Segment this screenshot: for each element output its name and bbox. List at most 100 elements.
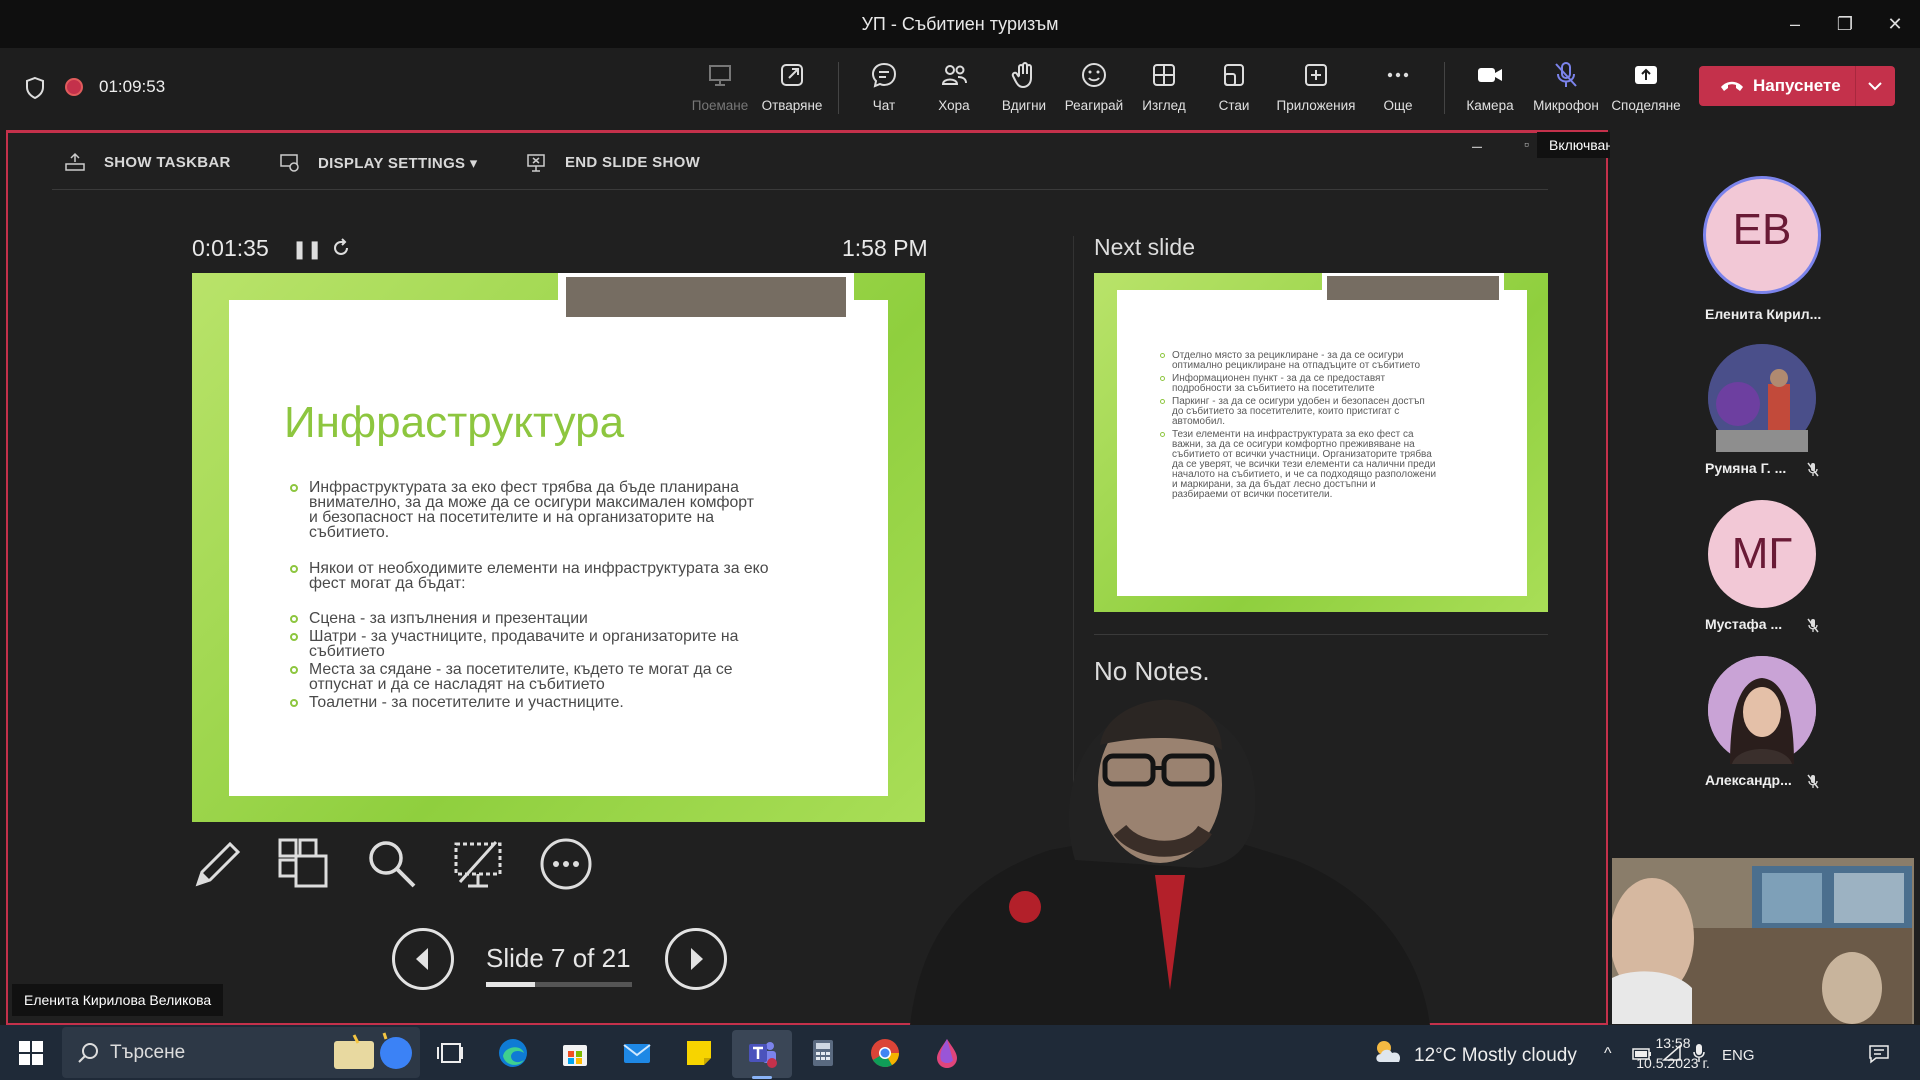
bullet-line: събитието. — [309, 524, 390, 541]
share-icon — [1635, 66, 1657, 84]
bullet-line: фест могат да бъдат: — [309, 575, 466, 592]
slide-bullet: Тоалетни - за посетителите и участниците… — [290, 694, 624, 711]
participant-avatar[interactable] — [1708, 656, 1816, 764]
share-button[interactable]: Споделяне — [1610, 60, 1682, 120]
display-settings-button[interactable]: DISPLAY SETTINGS ▾ — [318, 154, 478, 172]
more-button[interactable]: Още — [1362, 60, 1434, 120]
chat-icon — [871, 62, 897, 88]
bullet-icon — [290, 633, 298, 641]
slide-bullet: Отделно място за рециклиране - за да се … — [1160, 351, 1502, 371]
restore-presenter-icon[interactable]: ▫ — [1524, 136, 1529, 152]
toolbar-divider — [838, 62, 839, 114]
more-label: Още — [1383, 98, 1413, 113]
mic-muted-icon — [1807, 618, 1819, 633]
chevron-down-icon[interactable] — [1867, 80, 1883, 92]
current-slide: Инфраструктура Инфраструктурата за еко ф… — [192, 273, 925, 822]
arrow-right-icon — [691, 948, 703, 970]
system-clock[interactable]: 13:58 10.5.2023 г. — [1628, 1033, 1718, 1073]
participant-name: Мустафа ... — [1705, 616, 1783, 632]
notifications-icon[interactable] — [1868, 1044, 1890, 1064]
rooms-button[interactable]: Стаи — [1198, 60, 1270, 120]
bullet-line: оптимално рециклиране на отпадъците от с… — [1172, 360, 1421, 371]
bullet-line: автомобил. — [1172, 416, 1226, 427]
share-label: Споделяне — [1611, 98, 1681, 113]
raise-hand-icon — [1011, 62, 1032, 89]
apps-button[interactable]: Приложения — [1277, 60, 1355, 120]
mail-icon[interactable] — [620, 1036, 654, 1070]
self-view-video[interactable] — [1612, 858, 1914, 1024]
slide-progress-fill — [486, 982, 535, 987]
maximize-button[interactable]: ❐ — [1831, 10, 1859, 38]
calculator-icon[interactable] — [806, 1036, 840, 1070]
see-all-slides-icon[interactable] — [276, 836, 332, 892]
participant-name: Еленита Кирил... — [1705, 306, 1822, 322]
pause-timer-icon[interactable]: ❚❚ — [292, 239, 322, 260]
slide-bullet: Тези елементи на инфраструктурата за еко… — [1160, 430, 1502, 500]
participant-avatar[interactable] — [1708, 344, 1816, 452]
slide-progress-bar — [486, 982, 632, 987]
windows-start-icon[interactable] — [14, 1036, 48, 1070]
more-options-icon[interactable] — [538, 836, 594, 892]
bullet-line: подробности за събитието на посетителите — [1172, 383, 1375, 394]
speaker-notes: No Notes. — [1094, 656, 1210, 686]
active-indicator — [752, 1076, 772, 1079]
people-icon — [941, 65, 967, 85]
chrome-icon[interactable] — [868, 1036, 902, 1070]
bullet-icon — [1160, 399, 1165, 404]
weather-text[interactable]: 12°C Mostly cloudy — [1414, 1045, 1577, 1067]
teams-icon[interactable] — [745, 1036, 779, 1070]
slide-counter[interactable]: Slide 7 of 21 — [486, 943, 631, 974]
next-slide-label: Next slide — [1094, 234, 1195, 260]
store-icon[interactable] — [558, 1036, 592, 1070]
bullet-line: Сцена - за изпълнения и презентации — [309, 610, 588, 627]
close-window-button[interactable]: ✕ — [1881, 10, 1909, 38]
edge-icon[interactable] — [496, 1036, 530, 1070]
paint-app-icon[interactable] — [930, 1036, 964, 1070]
popout-button[interactable]: Отваряне — [756, 60, 828, 120]
pen-tool-icon[interactable] — [190, 836, 246, 892]
bullet-line: Тоалетни - за посетителите и участниците… — [309, 694, 624, 711]
show-taskbar-button[interactable]: SHOW TASKBAR — [104, 154, 231, 171]
previous-slide-button[interactable] — [392, 928, 454, 990]
minimize-presenter-icon[interactable]: – — [1472, 136, 1482, 157]
bullet-icon — [1160, 353, 1165, 358]
recording-icon — [65, 78, 83, 96]
language-indicator[interactable]: ENG — [1722, 1047, 1755, 1064]
end-slide-show-button[interactable]: END SLIDE SHOW — [565, 154, 700, 171]
participant-avatar[interactable]: ЕВ — [1703, 176, 1821, 294]
slide-bullet: Информационен пункт - за да се предостав… — [1160, 374, 1502, 394]
next-slide-button[interactable] — [665, 928, 727, 990]
bullet-line: Места за сядане - за посетителите, къдет… — [309, 661, 733, 678]
bullet-icon — [1160, 376, 1165, 381]
zoom-icon[interactable] — [364, 836, 420, 892]
active-speaker-name: Еленита Кирилова Великова — [12, 984, 224, 1016]
minimize-button[interactable]: – — [1781, 10, 1809, 38]
leave-divider — [1855, 66, 1856, 106]
bullet-line: отпуснат и да се насладят на събитието — [309, 676, 605, 693]
restart-timer-icon[interactable] — [330, 237, 352, 259]
slide-bullet: Шатри - за участниците, продавачите и ор… — [290, 629, 738, 659]
show-hidden-icons[interactable]: ^ — [1604, 1045, 1612, 1063]
task-view-icon[interactable] — [433, 1036, 467, 1070]
end-show-icon — [527, 154, 545, 172]
participant-avatar[interactable]: МГ — [1708, 500, 1816, 608]
notes-divider — [1094, 634, 1548, 635]
mic-button[interactable]: Микрофон — [1530, 60, 1602, 120]
window-title-bar: УП - Събитиен туризъм – ❐ ✕ — [0, 0, 1920, 48]
weather-cloudy-icon[interactable] — [1372, 1038, 1406, 1066]
slide-timer: 0:01:35 — [192, 235, 269, 261]
clock-time: 13:58 — [1655, 1035, 1691, 1051]
shield-icon[interactable] — [24, 76, 46, 100]
sticky-notes-icon[interactable] — [682, 1036, 716, 1070]
next-slide-preview[interactable]: Отделно място за рециклиране - за да се … — [1094, 273, 1548, 612]
apps-label: Приложения — [1276, 98, 1356, 113]
more-icon — [1387, 72, 1409, 78]
leave-button[interactable]: Напуснете — [1699, 66, 1895, 106]
apps-icon — [1305, 64, 1327, 86]
bullet-line: разбираеми от всички посетители. — [1172, 489, 1333, 500]
black-screen-icon[interactable] — [450, 836, 506, 892]
camera-button[interactable]: Камера — [1454, 60, 1526, 120]
slide-paper — [229, 300, 888, 796]
taskbar-search[interactable]: Търсене — [62, 1027, 420, 1078]
bullet-icon — [290, 484, 298, 492]
